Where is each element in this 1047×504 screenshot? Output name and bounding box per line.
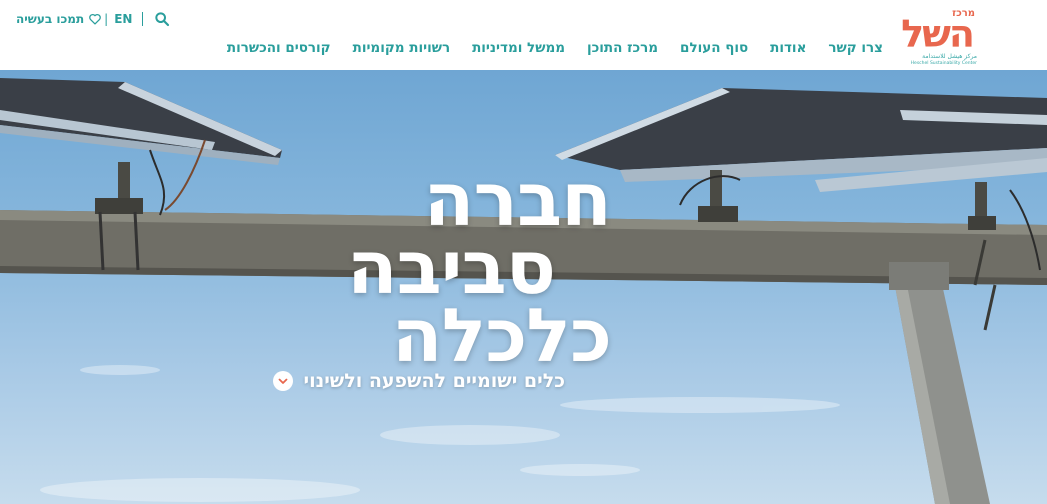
nav-item-end-of-world[interactable]: סוף העולם bbox=[680, 40, 748, 56]
nav-item-content-center[interactable]: מרכז התוכן bbox=[587, 40, 658, 56]
tagline-text: כלים ישומיים להשפעה ולשינוי bbox=[303, 370, 565, 392]
search-icon[interactable] bbox=[154, 11, 170, 27]
nav-item-contact[interactable]: צרו קשר bbox=[828, 40, 883, 56]
nav-item-governance[interactable]: ממשל ומדיניות bbox=[472, 40, 565, 56]
donate-link[interactable]: תמכו בעשיה bbox=[16, 12, 102, 26]
lang-separator: | bbox=[104, 12, 109, 26]
nav-item-local-authorities[interactable]: רשויות מקומיות bbox=[353, 40, 450, 56]
site-logo[interactable]: מרכז השל مركز هيشل للاستدامة Heschel Sus… bbox=[901, 8, 977, 66]
hero-tagline: כלים ישומיים להשפעה ולשינוי bbox=[273, 370, 565, 392]
nav-item-about[interactable]: אודות bbox=[770, 40, 806, 56]
logo-main-text: השל bbox=[901, 12, 975, 56]
hero-banner: חברה סביבה כלכלה כלים ישומיים להשפעה ולש… bbox=[0, 70, 1047, 504]
nav-item-courses[interactable]: קורסים והכשרות bbox=[227, 40, 331, 56]
utility-bar: תמכו בעשיה | EN bbox=[16, 9, 170, 29]
utility-divider bbox=[142, 12, 144, 26]
headline-line-environment: סביבה bbox=[346, 225, 556, 311]
headline-line-economy: כלכלה bbox=[391, 293, 612, 379]
site-header: מרכז השל مركز هيشل للاستدامة Heschel Sus… bbox=[0, 0, 1047, 70]
hero-headline: חברה סביבה כלכלה bbox=[346, 157, 612, 379]
headline-line-society: חברה bbox=[423, 157, 612, 243]
logo-english-text: Heschel Sustainability Center bbox=[910, 61, 977, 66]
scroll-down-button[interactable] bbox=[273, 371, 294, 391]
main-nav: קורסים והכשרות רשויות מקומיות ממשל ומדינ… bbox=[227, 40, 883, 56]
donate-label: תמכו בעשיה bbox=[16, 12, 85, 26]
chevron-down-icon bbox=[279, 378, 288, 384]
heart-icon bbox=[89, 13, 101, 25]
language-toggle[interactable]: EN bbox=[114, 12, 132, 26]
logo-arabic-text: مركز هيشل للاستدامة bbox=[922, 53, 977, 60]
